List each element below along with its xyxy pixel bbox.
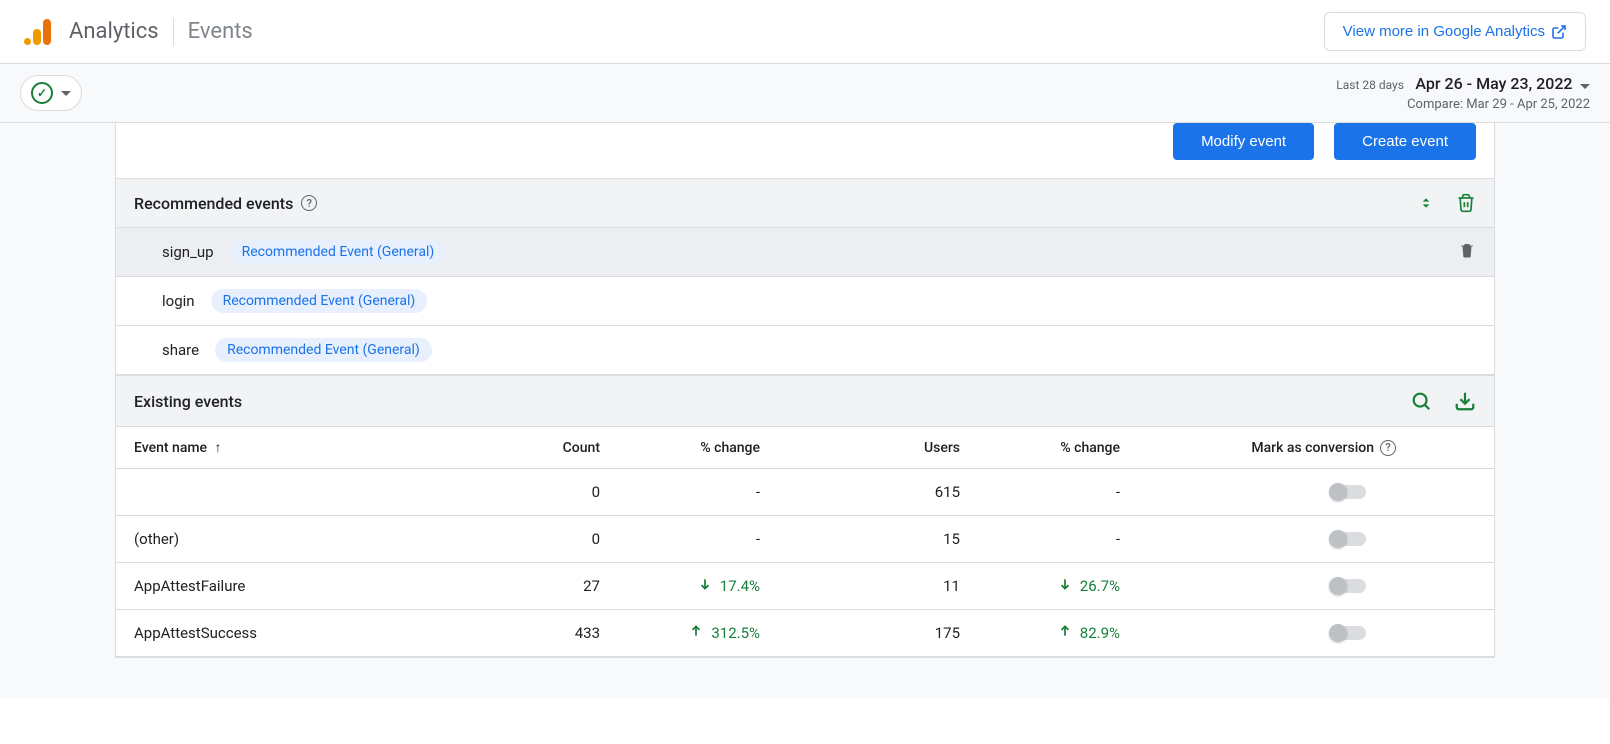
recommended-event-chip[interactable]: Recommended Event (General) <box>215 338 432 362</box>
arrow-down-icon <box>1058 577 1072 595</box>
brand-label: Analytics <box>69 19 159 44</box>
date-compare-text: Compare: Mar 29 - Apr 25, 2022 <box>1336 97 1590 112</box>
conversion-toggle[interactable] <box>1330 485 1366 499</box>
create-event-button[interactable]: Create event <box>1334 123 1476 160</box>
table-header: Event name ↑ Count % change Users % chan… <box>116 427 1494 469</box>
help-icon[interactable]: ? <box>301 195 317 211</box>
cell-users: 615 <box>760 483 960 501</box>
date-range-text: Apr 26 - May 23, 2022 <box>1415 74 1572 93</box>
col-conversion: Mark as conversion ? <box>1120 440 1476 456</box>
col-users[interactable]: Users <box>760 440 960 456</box>
date-range-block[interactable]: Last 28 days Apr 26 - May 23, 2022 Compa… <box>1336 74 1590 112</box>
recommended-events-header: Recommended events ? <box>116 178 1494 228</box>
cell-event-name: AppAttestFailure <box>134 577 490 595</box>
recommended-event-chip[interactable]: Recommended Event (General) <box>230 240 447 264</box>
divider <box>173 18 174 46</box>
recommended-event-name: sign_up <box>162 243 214 261</box>
top-bar: Analytics Events View more in Google Ana… <box>0 0 1610 64</box>
recommended-event-chip[interactable]: Recommended Event (General) <box>211 289 428 313</box>
col-count-change[interactable]: % change <box>600 440 760 456</box>
modify-event-button[interactable]: Modify event <box>1173 123 1314 160</box>
status-filter-chip[interactable]: ✓ <box>20 75 82 111</box>
cell-users: 15 <box>760 530 960 548</box>
table-row[interactable]: AppAttestFailure2717.4%1126.7% <box>116 563 1494 610</box>
trash-icon[interactable] <box>1456 193 1476 213</box>
search-icon[interactable] <box>1410 390 1432 412</box>
page-title: Events <box>188 19 253 44</box>
date-period-label: Last 28 days <box>1336 78 1404 92</box>
expand-collapse-icon[interactable] <box>1418 194 1434 212</box>
arrow-up-icon <box>1058 624 1072 642</box>
conversion-toggle[interactable] <box>1330 532 1366 546</box>
conversion-toggle[interactable] <box>1330 626 1366 640</box>
table-row[interactable]: (other)0-15- <box>116 516 1494 563</box>
recommended-event-name: login <box>162 292 195 310</box>
analytics-logo <box>24 19 51 45</box>
chevron-down-icon <box>1580 84 1590 89</box>
existing-events-header: Existing events <box>116 375 1494 427</box>
sub-toolbar: ✓ Last 28 days Apr 26 - May 23, 2022 Com… <box>0 64 1610 123</box>
cell-event-name: AppAttestSuccess <box>134 624 490 642</box>
cell-count: 0 <box>490 483 600 501</box>
recommended-event-name: share <box>162 341 199 359</box>
chevron-down-icon <box>61 91 71 96</box>
check-circle-icon: ✓ <box>31 82 53 104</box>
recommended-event-row[interactable]: sign_up Recommended Event (General) <box>116 228 1494 277</box>
download-icon[interactable] <box>1454 390 1476 412</box>
external-link-icon <box>1551 24 1567 40</box>
col-event-name-label: Event name <box>134 440 207 456</box>
cell-count-change: 17.4% <box>600 577 760 595</box>
cell-users-change: 82.9% <box>960 624 1120 642</box>
cell-count-change: - <box>600 530 760 548</box>
col-event-name[interactable]: Event name ↑ <box>134 439 490 456</box>
recommended-title: Recommended events <box>134 194 293 213</box>
trash-icon[interactable] <box>1458 241 1476 263</box>
arrow-up-icon <box>689 624 703 642</box>
sort-asc-icon: ↑ <box>215 440 222 456</box>
cell-count-change: - <box>600 483 760 501</box>
view-more-button[interactable]: View more in Google Analytics <box>1324 12 1586 51</box>
conversion-toggle[interactable] <box>1330 579 1366 593</box>
cell-event-name: (other) <box>134 530 490 548</box>
cell-users-change: 26.7% <box>960 577 1120 595</box>
col-conversion-label: Mark as conversion <box>1251 440 1374 456</box>
recommended-event-row[interactable]: login Recommended Event (General) <box>116 277 1494 326</box>
cell-count-change: 312.5% <box>600 624 760 642</box>
existing-title: Existing events <box>134 392 242 411</box>
cell-users-change: - <box>960 530 1120 548</box>
help-icon[interactable]: ? <box>1380 440 1396 456</box>
cell-users: 11 <box>760 577 960 595</box>
cell-count: 27 <box>490 577 600 595</box>
arrow-down-icon <box>698 577 712 595</box>
cell-users: 175 <box>760 624 960 642</box>
col-users-change[interactable]: % change <box>960 440 1120 456</box>
cell-count: 0 <box>490 530 600 548</box>
col-count[interactable]: Count <box>490 440 600 456</box>
cell-count: 433 <box>490 624 600 642</box>
cell-users-change: - <box>960 483 1120 501</box>
table-row[interactable]: 0-615- <box>116 469 1494 516</box>
recommended-event-row[interactable]: share Recommended Event (General) <box>116 326 1494 375</box>
events-card: Modify event Create event Recommended ev… <box>115 123 1495 658</box>
table-row[interactable]: AppAttestSuccess433312.5%17582.9% <box>116 610 1494 657</box>
view-more-label: View more in Google Analytics <box>1343 23 1545 40</box>
